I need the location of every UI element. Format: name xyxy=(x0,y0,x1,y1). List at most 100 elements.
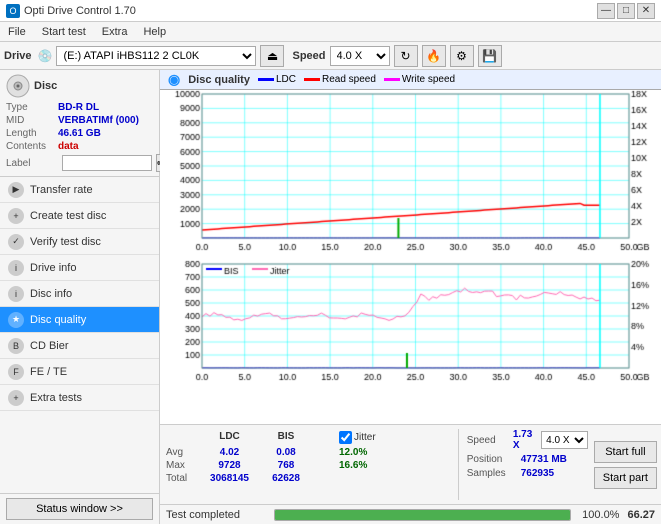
legend-ldc: LDC xyxy=(258,74,296,85)
speed-key: Speed xyxy=(467,435,509,446)
nav-transfer-rate[interactable]: ▶ Transfer rate xyxy=(0,177,159,203)
stats-ldc-header: LDC xyxy=(202,431,257,444)
fe-te-icon: F xyxy=(8,364,24,380)
label-key: Label xyxy=(6,158,58,169)
mid-key: MID xyxy=(6,115,58,126)
title-bar-left: O Opti Drive Control 1.70 xyxy=(6,4,136,18)
minimize-button[interactable]: — xyxy=(597,3,615,19)
jitter-label: Jitter xyxy=(354,432,376,443)
status-text: Test completed xyxy=(166,509,266,521)
nav-cd-bier[interactable]: B CD Bier xyxy=(0,333,159,359)
drive-icon: 💿 xyxy=(38,49,53,63)
nav-disc-quality-label: Disc quality xyxy=(30,314,86,326)
position-row: Position 47731 MB xyxy=(467,454,588,465)
samples-value: 762935 xyxy=(521,468,554,479)
stats-total-row: Total 3068145 62628 xyxy=(166,473,450,484)
stats-empty-header xyxy=(166,431,198,444)
status-right-value: 66.27 xyxy=(627,509,655,521)
disc-info-icon: i xyxy=(8,286,24,302)
nav-extra-tests-label: Extra tests xyxy=(30,392,82,404)
contents-key: Contents xyxy=(6,141,58,152)
progress-bar xyxy=(274,509,571,521)
stats-header-row: LDC BIS Jitter xyxy=(166,431,450,444)
drive-select[interactable]: (E:) ATAPI iHBS112 2 CL0K xyxy=(56,46,256,66)
save-button[interactable]: 💾 xyxy=(478,45,502,67)
speed-display-value: 1.73 X xyxy=(513,429,537,451)
menu-bar: File Start test Extra Help xyxy=(0,22,661,42)
menu-help[interactable]: Help xyxy=(139,25,170,39)
start-part-button[interactable]: Start part xyxy=(594,467,657,489)
mid-value: VERBATIMf (000) xyxy=(58,115,139,126)
status-btn-area: Status window >> xyxy=(0,493,159,524)
status-window-button[interactable]: Status window >> xyxy=(6,498,153,520)
settings-button[interactable]: ⚙ xyxy=(450,45,474,67)
speed-select[interactable]: 4.0 X 1.0 X 2.0 X 6.0 X 8.0 X xyxy=(330,46,390,66)
total-label: Total xyxy=(166,473,198,484)
speed-label: Speed xyxy=(292,50,325,62)
transfer-rate-icon: ▶ xyxy=(8,182,24,198)
menu-file[interactable]: File xyxy=(4,25,30,39)
progress-pct: 100.0% xyxy=(579,509,619,521)
avg-ldc: 4.02 xyxy=(202,447,257,458)
nav-transfer-rate-label: Transfer rate xyxy=(30,184,93,196)
disc-title: Disc xyxy=(34,80,57,92)
refresh-button[interactable]: ↻ xyxy=(394,45,418,67)
nav-disc-info[interactable]: i Disc info xyxy=(0,281,159,307)
disc-contents-row: Contents data xyxy=(6,141,153,152)
legend-read-speed-color xyxy=(304,78,320,81)
app-icon: O xyxy=(6,4,20,18)
chart-header-icon: ◉ xyxy=(168,71,180,88)
legend-read-speed: Read speed xyxy=(304,74,376,85)
position-value: 47731 MB xyxy=(521,454,567,465)
stats-spacer xyxy=(315,431,335,444)
stats-max-row: Max 9728 768 16.6% xyxy=(166,460,450,471)
menu-extra[interactable]: Extra xyxy=(98,25,132,39)
max-label: Max xyxy=(166,460,198,471)
disc-type-row: Type BD-R DL xyxy=(6,102,153,113)
progress-fill xyxy=(275,510,570,520)
speed-select-small[interactable]: 4.0 X xyxy=(541,431,588,449)
stats-bis-header: BIS xyxy=(261,431,311,444)
nav-cd-bier-label: CD Bier xyxy=(30,340,69,352)
close-button[interactable]: ✕ xyxy=(637,3,655,19)
nav-create-test-disc[interactable]: + Create test disc xyxy=(0,203,159,229)
start-full-button[interactable]: Start full xyxy=(594,441,657,463)
verify-test-disc-icon: ✓ xyxy=(8,234,24,250)
menu-start-test[interactable]: Start test xyxy=(38,25,90,39)
drive-label: Drive xyxy=(4,50,32,62)
speed-stats: Speed 1.73 X 4.0 X Position 47731 MB Sam… xyxy=(458,429,588,500)
sidebar: Disc Type BD-R DL MID VERBATIMf (000) Le… xyxy=(0,70,160,524)
nav-section: ▶ Transfer rate + Create test disc ✓ Ver… xyxy=(0,177,159,493)
chart-header: ◉ Disc quality LDC Read speed Write spee… xyxy=(160,70,661,90)
title-bar: O Opti Drive Control 1.70 — □ ✕ xyxy=(0,0,661,22)
bottom-chart-area xyxy=(160,260,661,390)
legend-write-speed-label: Write speed xyxy=(402,74,455,85)
burn-button[interactable]: 🔥 xyxy=(422,45,446,67)
legend-write-speed: Write speed xyxy=(384,74,455,85)
contents-value: data xyxy=(58,141,79,152)
total-bis: 62628 xyxy=(261,473,311,484)
max-bis: 768 xyxy=(261,460,311,471)
total-ldc: 3068145 xyxy=(202,473,257,484)
nav-disc-quality[interactable]: ★ Disc quality xyxy=(0,307,159,333)
maximize-button[interactable]: □ xyxy=(617,3,635,19)
eject-button[interactable]: ⏏ xyxy=(260,45,284,67)
nav-extra-tests[interactable]: + Extra tests xyxy=(0,385,159,411)
position-key: Position xyxy=(467,454,517,465)
disc-quality-icon: ★ xyxy=(8,312,24,328)
legend-write-speed-color xyxy=(384,78,400,81)
legend-read-speed-label: Read speed xyxy=(322,74,376,85)
type-value: BD-R DL xyxy=(58,102,99,113)
label-input[interactable] xyxy=(62,155,152,171)
stats-avg-row: Avg 4.02 0.08 12.0% xyxy=(166,447,450,458)
drive-info-icon: i xyxy=(8,260,24,276)
jitter-checkbox[interactable] xyxy=(339,431,352,444)
avg-label: Avg xyxy=(166,447,198,458)
nav-fe-te-label: FE / TE xyxy=(30,366,67,378)
stats-table: LDC BIS Jitter Avg 4.02 0.08 12.0% xyxy=(164,429,452,500)
type-key: Type xyxy=(6,102,58,113)
nav-drive-info[interactable]: i Drive info xyxy=(0,255,159,281)
max-jitter: 16.6% xyxy=(339,460,367,471)
nav-verify-test-disc[interactable]: ✓ Verify test disc xyxy=(0,229,159,255)
nav-fe-te[interactable]: F FE / TE xyxy=(0,359,159,385)
